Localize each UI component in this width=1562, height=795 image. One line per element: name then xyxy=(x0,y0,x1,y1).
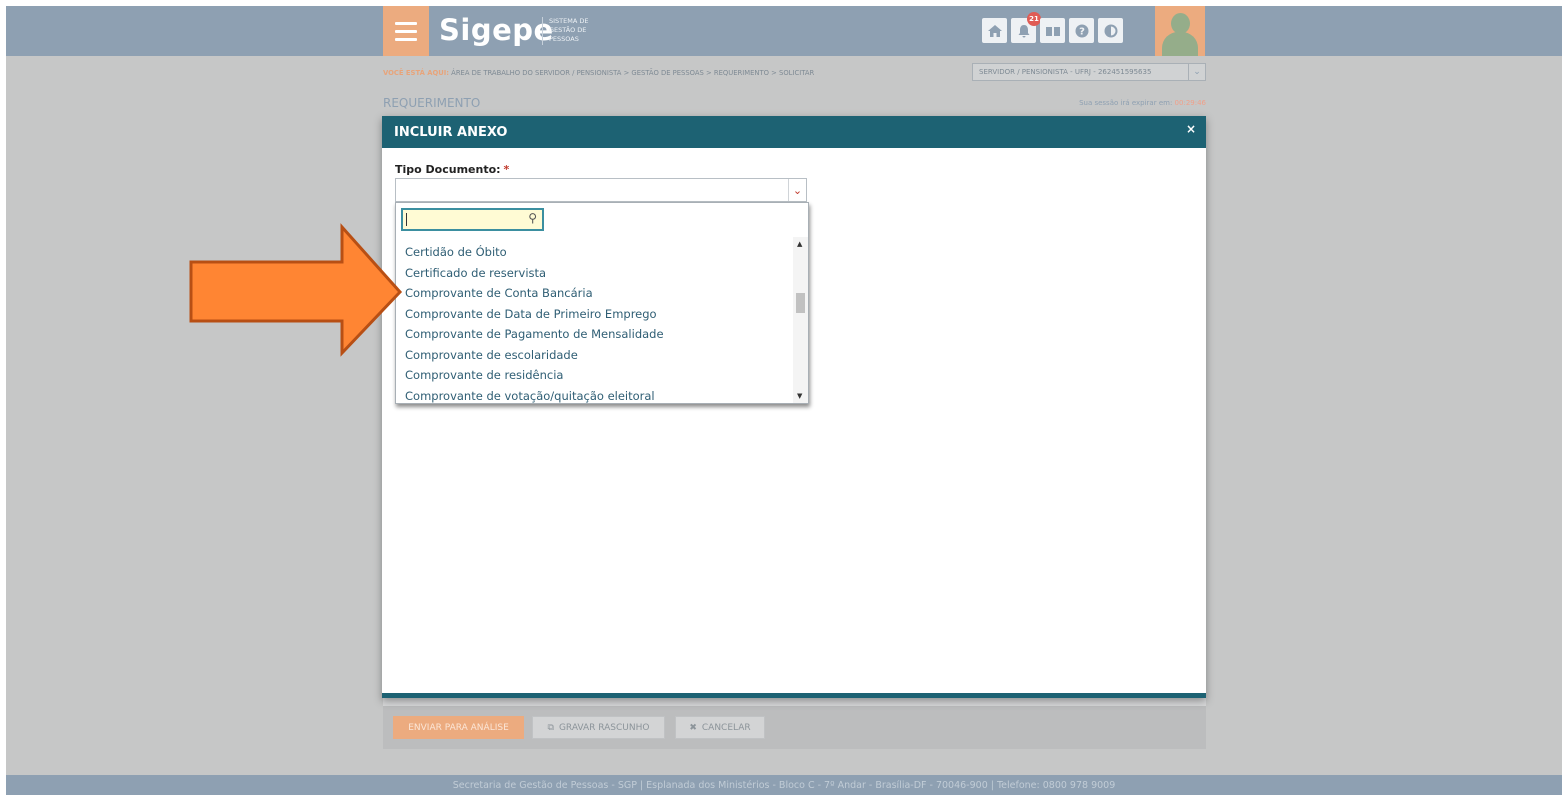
contrast-icon[interactable] xyxy=(1098,18,1123,43)
search-icon: ⚲ xyxy=(528,211,537,225)
list-item[interactable]: Certificado de reservista xyxy=(405,266,546,280)
modal-header: INCLUIR ANEXO × xyxy=(382,116,1206,148)
list-item[interactable]: Comprovante de residência xyxy=(405,368,563,382)
breadcrumb-path[interactable]: ÁREA DE TRABALHO DO SERVIDOR / PENSIONIS… xyxy=(451,69,814,77)
menu-icon-bar xyxy=(395,38,417,41)
notification-badge: 21 xyxy=(1027,12,1041,26)
options-list: Certidão de Óbito Certificado de reservi… xyxy=(396,241,794,405)
text-cursor xyxy=(406,213,407,226)
close-icon: ✖ xyxy=(689,722,697,733)
menu-icon-bar xyxy=(395,30,417,33)
help-icon[interactable]: ? xyxy=(1069,18,1094,43)
profile-select-value: SERVIDOR / PENSIONISTA - UFRJ - 26245159… xyxy=(979,68,1152,76)
logo-subtitle: SISTEMA DE GESTÃO DE PESSOAS xyxy=(549,17,589,43)
cancel-button[interactable]: ✖ CANCELAR xyxy=(675,716,765,739)
list-item[interactable]: Comprovante de escolaridade xyxy=(405,348,578,362)
save-draft-label: GRAVAR RASCUNHO xyxy=(558,722,650,733)
close-icon[interactable]: × xyxy=(1186,122,1196,136)
required-mark: * xyxy=(503,163,510,176)
session-time: 00:29:46 xyxy=(1174,99,1206,107)
submit-button[interactable]: ENVIAR PARA ANÁLISE xyxy=(393,716,524,739)
list-item[interactable]: Comprovante de Conta Bancária xyxy=(405,286,593,300)
action-bar: ENVIAR PARA ANÁLISE ⧉ GRAVAR RASCUNHO ✖ … xyxy=(383,706,1206,749)
logo[interactable]: Sigepe xyxy=(439,13,554,47)
breadcrumb-bar: VOCÊ ESTÁ AQUI: ÁREA DE TRABALHO DO SERV… xyxy=(6,56,1562,86)
home-icon[interactable] xyxy=(982,18,1007,43)
footer: Secretaria de Gestão de Pessoas - SGP | … xyxy=(6,775,1562,795)
avatar-head xyxy=(1171,13,1190,34)
avatar-body xyxy=(1162,32,1198,56)
page-title: REQUERIMENTO xyxy=(383,96,481,110)
save-draft-button[interactable]: ⧉ GRAVAR RASCUNHO xyxy=(532,716,665,739)
breadcrumb: VOCÊ ESTÁ AQUI: ÁREA DE TRABALHO DO SERV… xyxy=(383,69,814,77)
menu-icon xyxy=(395,22,417,25)
modal-title: INCLUIR ANEXO xyxy=(394,125,508,140)
bell-icon[interactable]: 21 xyxy=(1011,12,1041,43)
menu-button[interactable] xyxy=(383,6,429,56)
list-item[interactable]: Comprovante de votação/quitação eleitora… xyxy=(405,389,655,403)
profile-select[interactable]: SERVIDOR / PENSIONISTA - UFRJ - 26245159… xyxy=(972,63,1206,81)
list-item[interactable]: Comprovante de Pagamento de Mensalidade xyxy=(405,327,664,341)
session-timer: Sua sessão irá expirar em: 00:29:46 xyxy=(1046,99,1206,107)
scroll-up-icon[interactable]: ▲ xyxy=(797,240,802,248)
document-type-label: Tipo Documento: * xyxy=(395,163,509,176)
brand-block: Sigepe SISTEMA DE GESTÃO DE PESSOAS 21 ? xyxy=(383,6,1206,56)
dropdown-scrollbar[interactable]: ▲ ▼ xyxy=(793,237,808,403)
session-label: Sua sessão irá expirar em: xyxy=(1079,99,1173,107)
cancel-label: CANCELAR xyxy=(701,722,751,733)
chevron-down-icon: ⌄ xyxy=(788,179,806,201)
document-type-label-text: Tipo Documento: xyxy=(395,163,501,176)
document-type-dropdown: ⚲ Certidão de Óbito Certificado de reser… xyxy=(395,202,809,404)
scroll-down-icon[interactable]: ▼ xyxy=(797,392,802,400)
list-item[interactable]: Certidão de Óbito xyxy=(405,245,507,259)
book-icon[interactable] xyxy=(1040,18,1065,43)
include-attachment-modal: INCLUIR ANEXO × Tipo Documento: * ⌄ ⚲ Cer… xyxy=(382,116,1206,698)
user-avatar[interactable] xyxy=(1155,6,1205,56)
scrollbar-thumb[interactable] xyxy=(796,293,805,313)
top-bar: Sigepe SISTEMA DE GESTÃO DE PESSOAS 21 ? xyxy=(6,6,1562,56)
breadcrumb-prefix: VOCÊ ESTÁ AQUI: xyxy=(383,69,449,77)
copy-icon: ⧉ xyxy=(547,722,554,733)
dropdown-search-input[interactable]: ⚲ xyxy=(401,208,544,231)
logo-divider xyxy=(542,17,543,45)
list-item[interactable]: Comprovante de Data de Primeiro Emprego xyxy=(405,307,657,321)
svg-text:?: ? xyxy=(1079,26,1085,37)
chevron-down-icon: ⌄ xyxy=(1188,64,1205,80)
document-type-select[interactable]: ⌄ xyxy=(395,178,807,202)
